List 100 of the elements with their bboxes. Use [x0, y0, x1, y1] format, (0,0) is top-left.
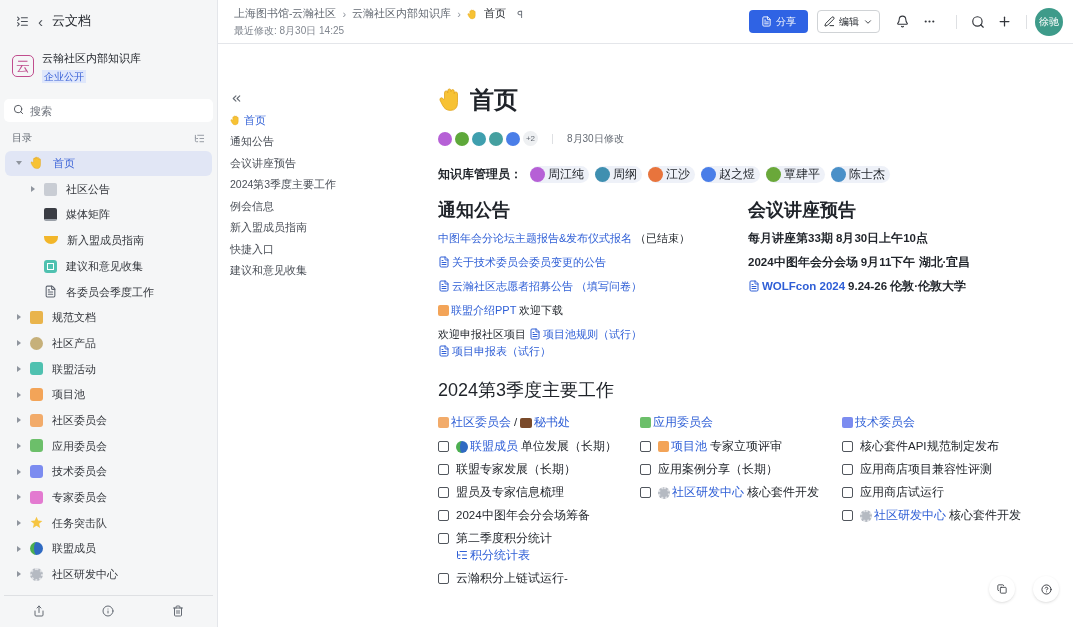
link[interactable]: 项目池 — [671, 438, 707, 456]
outline-item[interactable]: 2024第3季度主要工作 — [230, 174, 428, 196]
sidebar-item[interactable]: 社区委员会 — [5, 407, 212, 434]
link[interactable]: 中图年会分论坛主题报告&发布仪式报名 — [438, 230, 633, 248]
outline-item[interactable]: 首页 — [230, 110, 428, 132]
outline-item[interactable]: 快捷入口 — [230, 239, 428, 261]
page-title: 首页 — [470, 85, 518, 115]
breadcrumb-link[interactable]: 云瀚社区内部知识库 — [352, 6, 452, 22]
person-name: 赵之煜 — [719, 167, 755, 182]
link[interactable]: 项目池规则（试行） — [543, 326, 642, 344]
link[interactable]: 联盟介绍PPT — [451, 302, 517, 320]
sidebar-item[interactable]: 项目池 — [5, 381, 212, 408]
task-checkbox[interactable] — [640, 464, 651, 476]
list-options-icon[interactable] — [194, 133, 205, 144]
link[interactable]: 社区研发中心 — [874, 507, 946, 525]
sidebar-item[interactable]: 联盟成员 — [5, 535, 212, 562]
outline-item[interactable]: 例会信息 — [230, 196, 428, 218]
caret-right-icon[interactable] — [16, 417, 22, 424]
sidebar-item[interactable]: 社区研发中心 — [5, 561, 212, 588]
text: 核心套件开发 — [949, 508, 1021, 524]
sidebar-item[interactable]: 媒体矩阵 — [5, 201, 212, 228]
task-checkbox[interactable] — [438, 464, 449, 476]
sidebar-item[interactable]: 社区产品 — [5, 330, 212, 356]
sidebar-item[interactable]: 应用委员会 — [5, 433, 212, 459]
sidebar-item[interactable]: 新入盟成员指南 — [5, 227, 212, 254]
task-checkbox[interactable] — [842, 464, 853, 476]
link[interactable]: 积分统计表 — [470, 547, 530, 565]
trash-icon[interactable] — [172, 604, 185, 617]
globe-icon — [456, 440, 468, 453]
task-checkbox[interactable] — [438, 533, 449, 545]
caret-right-icon[interactable] — [16, 365, 22, 372]
caret-right-icon[interactable] — [30, 186, 36, 193]
breadcrumb-link[interactable]: 上海图书馆-云瀚社区 — [234, 6, 337, 22]
outline-item[interactable]: 通知公告 — [230, 131, 428, 153]
breadcrumb-link[interactable]: 首页 — [483, 6, 506, 22]
task-checkbox[interactable] — [438, 487, 449, 499]
slides-icon — [438, 305, 449, 317]
caret-right-icon[interactable] — [16, 468, 22, 475]
copy-button[interactable] — [989, 576, 1015, 602]
task-checkbox[interactable] — [842, 487, 853, 499]
sidebar-item[interactable]: 社区公告 — [5, 176, 212, 202]
outline-item[interactable]: 会议讲座预告 — [230, 153, 428, 175]
share-button[interactable]: 分享 — [749, 10, 808, 33]
sidebar-item[interactable]: 规范文档 — [5, 304, 212, 331]
collapse-outline-icon[interactable] — [230, 92, 243, 105]
caret-right-icon[interactable] — [16, 494, 22, 501]
tile-icon — [842, 417, 853, 429]
caret-right-icon[interactable] — [16, 571, 22, 578]
task-checkbox[interactable] — [640, 441, 651, 453]
link[interactable]: 应用委员会 — [653, 414, 713, 432]
link[interactable]: （填写问卷） — [576, 278, 642, 296]
sidebar-item[interactable]: 任务突击队 — [5, 510, 212, 536]
bell-icon[interactable] — [896, 15, 909, 28]
link[interactable]: 技术委员会 — [855, 414, 915, 432]
link[interactable]: 秘书处 — [534, 414, 571, 432]
link[interactable]: 联盟成员 — [470, 438, 518, 456]
document-icon — [761, 16, 772, 27]
share-icon[interactable] — [32, 604, 45, 617]
task-checkbox[interactable] — [640, 487, 651, 499]
outline-item[interactable]: 建议和意见收集 — [230, 260, 428, 282]
info-icon[interactable] — [102, 604, 115, 617]
tile-icon — [640, 417, 651, 429]
task-checkbox[interactable] — [842, 441, 853, 453]
link[interactable]: 社区委员会 — [451, 414, 511, 432]
edit-button[interactable]: 编辑 — [817, 10, 880, 33]
back-button[interactable]: ‹ — [38, 13, 43, 29]
sidebar-item[interactable]: 建议和意见收集 — [5, 253, 212, 279]
collapse-sidebar-icon[interactable] — [16, 14, 29, 28]
plus-icon[interactable] — [997, 14, 1012, 29]
link[interactable]: 关于技术委员会委员变更的公告 — [452, 254, 606, 272]
help-icon — [1040, 583, 1052, 595]
caret-right-icon[interactable] — [16, 545, 22, 552]
text: 欢迎申报社区项目 — [438, 327, 526, 343]
search-field[interactable]: 搜索 — [4, 99, 213, 122]
sidebar-item[interactable]: 各委员会季度工作 — [5, 278, 212, 305]
more-count: +2 — [523, 131, 538, 146]
task-checkbox[interactable] — [842, 510, 853, 522]
link[interactable]: 云瀚社区志愿者招募公告 — [452, 278, 573, 296]
caret-right-icon[interactable] — [16, 340, 22, 347]
sidebar-item[interactable]: 专家委员会 — [5, 484, 212, 511]
pin-button[interactable]: ꟼ — [516, 6, 523, 22]
link[interactable]: 社区研发中心 — [672, 484, 744, 502]
sidebar-item[interactable]: 技术委员会 — [5, 458, 212, 485]
task-checkbox[interactable] — [438, 510, 449, 522]
link[interactable]: 项目申报表（试行） — [452, 343, 551, 361]
caret-right-icon[interactable] — [16, 519, 22, 526]
task-checkbox[interactable] — [438, 441, 449, 453]
caret-right-icon[interactable] — [16, 442, 22, 449]
link[interactable]: WOLFcon 2024 — [762, 278, 846, 296]
outline-item[interactable]: 新入盟成员指南 — [230, 217, 428, 239]
help-button[interactable] — [1033, 576, 1059, 602]
sidebar-item[interactable]: 首页 — [5, 150, 212, 177]
caret-right-icon[interactable] — [16, 314, 22, 321]
waving-hand-icon — [30, 156, 44, 171]
sidebar-item[interactable]: 联盟活动 — [5, 356, 212, 382]
person-name: 陈士杰 — [849, 167, 885, 182]
search-icon[interactable] — [971, 14, 985, 29]
caret-right-icon[interactable] — [16, 391, 22, 398]
task-checkbox[interactable] — [438, 573, 449, 585]
gear-icon — [658, 486, 670, 499]
